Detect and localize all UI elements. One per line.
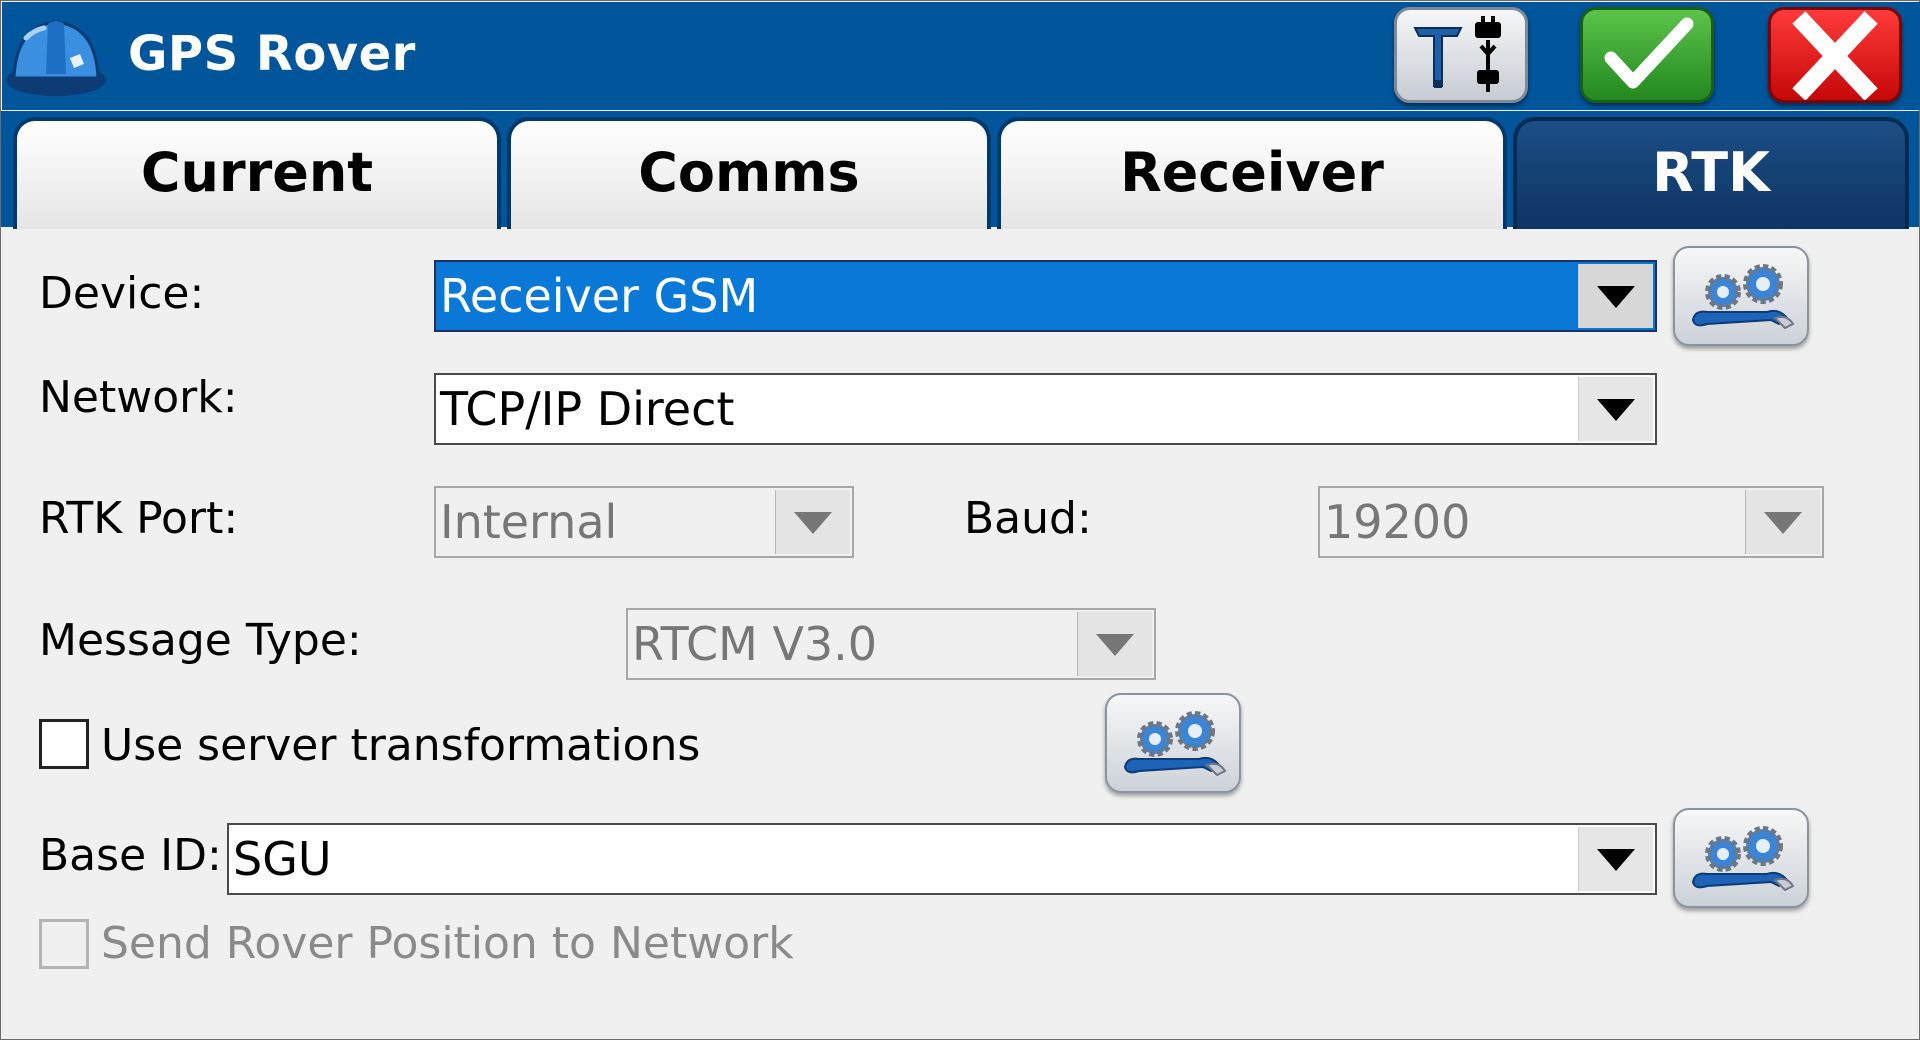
gears-wrench-icon [1691,264,1795,330]
gears-wrench-icon [1691,826,1795,892]
tab-current[interactable]: Current [13,117,501,229]
send-rover-position-checkbox [39,919,89,969]
rtk-port-select: Internal [434,486,854,558]
tab-comms[interactable]: Comms [507,117,991,229]
gears-wrench-icon [1123,711,1227,777]
chevron-down-icon[interactable] [1578,377,1653,441]
baud-select: 19200 [1318,486,1824,558]
tab-rtk[interactable]: RTK [1513,117,1909,229]
chevron-down-icon [775,490,850,554]
network-value: TCP/IP Direct [440,382,735,436]
chevron-down-icon [1745,490,1820,554]
hardhat-icon [6,20,106,96]
tab-bar: Current Comms Receiver RTK [1,111,1919,229]
gps-rover-window: GPS Rover Current Comms Receiver RTK Dev… [0,0,1920,1040]
network-label: Network: [39,372,238,423]
chevron-down-icon[interactable] [1578,264,1653,328]
chevron-down-icon[interactable] [1578,827,1653,891]
cancel-button[interactable] [1768,7,1902,103]
use-server-transformations-label[interactable]: Use server transformations [101,719,700,773]
use-server-transformations-checkbox[interactable] [39,719,89,769]
send-rover-position-label: Send Rover Position to Network [101,918,794,969]
message-type-value: RTCM V3.0 [632,617,878,671]
base-id-settings-button[interactable] [1673,808,1809,908]
network-select[interactable]: TCP/IP Direct [434,373,1657,445]
base-id-combo[interactable]: SGU [227,823,1657,895]
message-type-label: Message Type: [39,615,362,666]
message-type-select: RTCM V3.0 [626,608,1156,680]
rtk-port-value: Internal [440,495,618,549]
ok-button[interactable] [1580,7,1714,103]
chevron-down-icon [1077,612,1152,676]
server-transformations-settings-button[interactable] [1105,693,1241,793]
tab-receiver[interactable]: Receiver [997,117,1507,229]
device-settings-button[interactable] [1673,246,1809,346]
base-id-label: Base ID: [39,830,222,881]
rover-antenna-icon [1413,16,1501,92]
rtk-port-label: RTK Port: [39,493,239,544]
close-x-icon [1792,11,1878,100]
device-label: Device: [39,268,205,319]
device-select[interactable]: Receiver GSM [434,260,1657,332]
title-bar: GPS Rover [2,2,1920,110]
device-value: Receiver GSM [440,269,759,323]
base-id-value[interactable]: SGU [233,825,332,893]
antenna-settings-button[interactable] [1394,7,1528,103]
baud-value: 19200 [1324,495,1471,549]
window-title: GPS Rover [128,26,416,82]
checkmark-icon [1604,17,1694,89]
baud-label: Baud: [964,493,1092,544]
